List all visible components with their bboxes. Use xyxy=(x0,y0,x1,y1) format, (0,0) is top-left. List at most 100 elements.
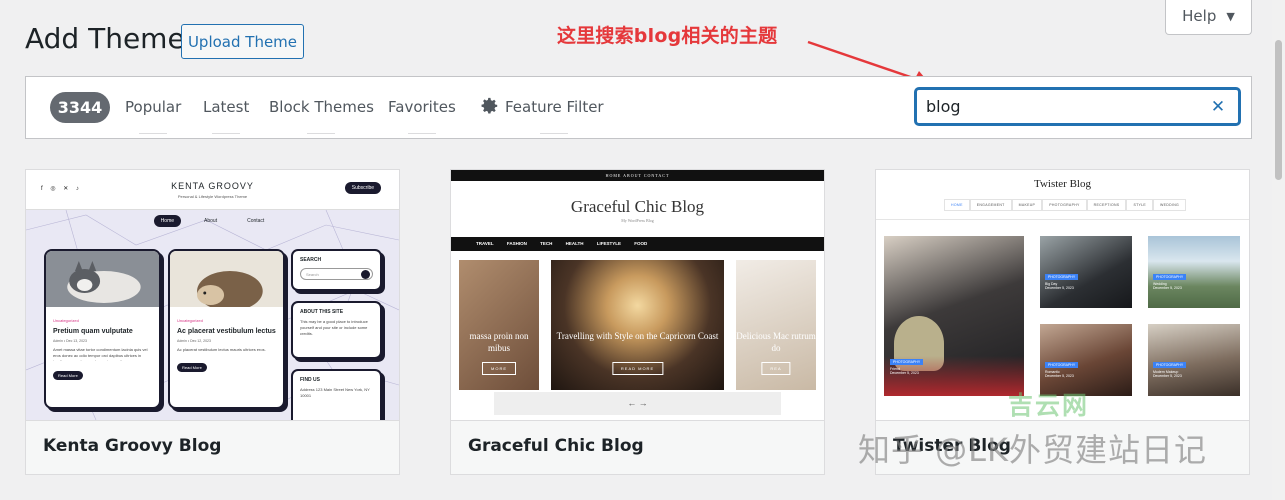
preview-nav-item: RECEPTIONS xyxy=(1086,199,1127,211)
preview-post-date: December 5, 2023 xyxy=(1153,374,1182,378)
preview-post-badge: PHOTOGRAPHY xyxy=(890,359,924,365)
preview-post-badge: PHOTOGRAPHY xyxy=(1045,274,1079,280)
preview-nav-item: About xyxy=(204,218,218,224)
preview-tagline: My WordPress Blog xyxy=(621,218,654,223)
preview-nav-item: PHOTOGRAPHY xyxy=(1042,199,1087,211)
preview-sidebar-search-field: Search xyxy=(300,268,373,280)
preview-nav: TRAVEL FASHION TECH HEALTH LIFESTYLE FOO… xyxy=(451,237,824,251)
preview-nav-item: MAKEUP xyxy=(1011,199,1043,211)
preview-sidebar-heading: ABOUT THIS SITE xyxy=(300,309,344,315)
preview-post-card: Uncategorized Ac placerat vestibulum lec… xyxy=(168,249,285,409)
preview-nav-item: ENGAGEMENT xyxy=(969,199,1012,211)
preview-post-label: PHOTOGRAPHY Big Day December 5, 2023 xyxy=(1045,274,1079,290)
preview-sidebar-text: This may be a good place to introduce yo… xyxy=(300,319,368,336)
preview-slide-caption: massa proin non mibus xyxy=(469,331,529,353)
preview-subscribe-button: Subscribe xyxy=(344,182,381,194)
preview-post-title: Ac placerat vestibulum lectus xyxy=(177,328,276,335)
theme-name[interactable]: Kenta Groovy Blog xyxy=(43,436,221,456)
help-label: Help xyxy=(1182,7,1217,25)
preview-slide-button: READ MORE xyxy=(611,362,664,375)
gear-icon[interactable] xyxy=(481,97,499,115)
preview-post-date: December 5, 2023 xyxy=(890,371,919,375)
preview-post-meta: Admin • Dec 13, 2023 xyxy=(53,339,87,343)
preview-divider xyxy=(876,219,1249,220)
preview-post-category: Uncategorized xyxy=(177,318,203,323)
feature-filter-button[interactable]: Feature Filter xyxy=(505,98,604,116)
page-scrollbar[interactable] xyxy=(1272,0,1285,500)
preview-post-meta: Admin • Dec 12, 2023 xyxy=(177,339,211,343)
preview-slider-arrows: ← → xyxy=(494,392,781,415)
zhihu-watermark: 知乎 @LK外贸建站日记 xyxy=(858,431,1207,469)
filter-tab-block-themes[interactable]: Block Themes xyxy=(269,98,374,116)
theme-count-badge: 3344 xyxy=(50,92,110,123)
preview-post-category: Uncategorized xyxy=(53,318,79,323)
preview-nav-item: STYLE xyxy=(1126,199,1154,211)
preview-sidebar-about: ABOUT THIS SITE This may be a good place… xyxy=(291,301,382,359)
site-watermark: 吉云网 xyxy=(1008,391,1090,420)
preview-post-badge: PHOTOGRAPHY xyxy=(1153,362,1187,368)
preview-read-more: Read More xyxy=(53,371,83,380)
theme-card-kenta-groovy[interactable]: f ◎ ✕ ♪ KENTA GROOVY Personal & Lifestyl… xyxy=(25,169,400,475)
preview-nav-item: WEDDING xyxy=(1153,199,1187,211)
help-tab-button[interactable]: Help ▼ xyxy=(1165,0,1252,35)
preview-slide: Travelling with Style on the Capricorn C… xyxy=(551,260,724,390)
preview-site-title: KENTA GROOVY xyxy=(171,181,254,191)
filter-tab-latest[interactable]: Latest xyxy=(203,98,249,116)
preview-nav-item: HOME xyxy=(944,199,970,211)
preview-post-excerpt: Ac placerat vestibulum lectus mauris ult… xyxy=(177,347,266,352)
preview-post-excerpt: Amet massa vitae tortor condimentum laci… xyxy=(53,347,148,361)
preview-post-label: PHOTOGRAPHY Friend December 5, 2023 xyxy=(890,359,924,375)
theme-screenshot[interactable]: f ◎ ✕ ♪ KENTA GROOVY Personal & Lifestyl… xyxy=(26,170,399,420)
preview-tagline: Personal & Lifestyle Wordpress Theme xyxy=(177,194,248,199)
theme-search-box: ✕ xyxy=(915,88,1240,125)
preview-post-image: PHOTOGRAPHY Modern Makeup December 5, 20… xyxy=(1148,324,1240,396)
preview-topbar: HOME ABOUT CONTACT xyxy=(451,170,824,181)
preview-sidebar-heading: SEARCH xyxy=(300,257,322,263)
theme-filter-bar: 3344 Popular Latest Block Themes Favorit… xyxy=(25,76,1252,139)
preview-read-more: Read More xyxy=(177,363,207,372)
preview-post-date: December 5, 2023 xyxy=(1153,286,1182,290)
preview-nav: HOME ENGAGEMENT MAKEUP PHOTOGRAPHY RECEP… xyxy=(944,199,1187,211)
preview-post-label: PHOTOGRAPHY Modern Makeup December 5, 20… xyxy=(1153,362,1187,378)
preview-sidebar-search: SEARCH Search xyxy=(291,249,382,291)
preview-slide-button: REA xyxy=(761,362,791,375)
preview-slide-button: MORE xyxy=(482,362,516,375)
preview-slide: Delicious Mac rutrum do REA xyxy=(736,260,816,390)
preview-post-date: December 5, 2023 xyxy=(1045,286,1074,290)
filter-tab-favorites[interactable]: Favorites xyxy=(388,98,456,116)
preview-site-title: Twister Blog xyxy=(1034,178,1091,190)
preview-nav-item: Home xyxy=(153,215,182,227)
preview-slide-caption: Delicious Mac rutrum do xyxy=(736,331,816,353)
hedgehog-image xyxy=(170,251,283,311)
preview-post-badge: PHOTOGRAPHY xyxy=(1153,274,1187,280)
preview-slide: massa proin non mibus MORE xyxy=(459,260,539,390)
preview-sidebar-text: Address 123 Main Street New York, NY 100… xyxy=(300,387,370,398)
annotation-text: 这里搜索blog相关的主题 xyxy=(557,25,778,47)
theme-search-input[interactable] xyxy=(917,90,1187,123)
filter-tab-popular[interactable]: Popular xyxy=(125,98,181,116)
preview-post-image: PHOTOGRAPHY Big Day December 5, 2023 xyxy=(1040,236,1132,308)
theme-name[interactable]: Graceful Chic Blog xyxy=(468,436,644,456)
upload-theme-button[interactable]: Upload Theme xyxy=(181,24,304,59)
clear-search-icon[interactable]: ✕ xyxy=(1210,99,1226,116)
theme-screenshot[interactable]: HOME ABOUT CONTACT Graceful Chic Blog My… xyxy=(451,170,824,420)
preview-post-label: PHOTOGRAPHY Wedding December 5, 2023 xyxy=(1153,274,1187,290)
preview-nav-item: Contact xyxy=(247,218,265,224)
preview-site-title: Graceful Chic Blog xyxy=(570,197,705,216)
preview-sidebar-heading: FIND US xyxy=(300,377,320,383)
preview-slide-caption: Travelling with Style on the Capricorn C… xyxy=(556,331,719,341)
caret-down-icon: ▼ xyxy=(1226,9,1235,23)
preview-post-card: Uncategorized Pretium quam vulputate Adm… xyxy=(44,249,161,409)
husky-image xyxy=(46,251,159,307)
preview-post-image: PHOTOGRAPHY Wedding December 5, 2023 xyxy=(1148,236,1240,308)
preview-sidebar-find-us: FIND US Address 123 Main Street New York… xyxy=(291,369,382,420)
scrollbar-thumb[interactable] xyxy=(1275,40,1282,180)
preview-post-image: PHOTOGRAPHY Friend December 5, 2023 xyxy=(884,236,1024,396)
preview-post-date: December 5, 2023 xyxy=(1045,374,1074,378)
preview-post-label: PHOTOGRAPHY Romantic December 5, 2023 xyxy=(1045,362,1079,378)
theme-card-graceful-chic[interactable]: HOME ABOUT CONTACT Graceful Chic Blog My… xyxy=(450,169,825,475)
preview-nav: Home About Contact xyxy=(26,215,399,227)
preview-post-badge: PHOTOGRAPHY xyxy=(1045,362,1079,368)
page-title: Add Themes xyxy=(25,22,200,55)
theme-screenshot[interactable]: Twister Blog HOME ENGAGEMENT MAKEUP PHOT… xyxy=(876,170,1249,420)
